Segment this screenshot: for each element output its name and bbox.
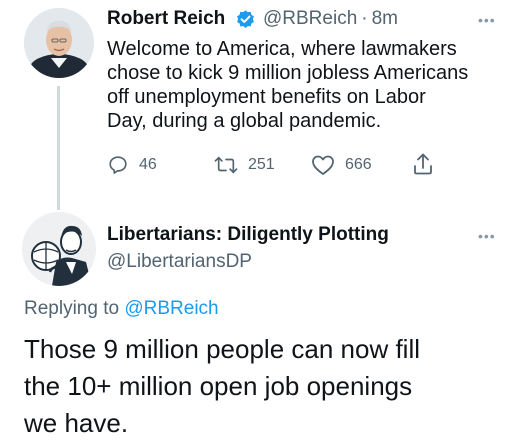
retweet-button[interactable]: 251: [214, 154, 275, 176]
tweet-text-line: the 10+ million open job openings: [24, 371, 413, 401]
tweet-text-line: Welcome to America, where lawmakers: [107, 38, 457, 60]
more-options-icon[interactable]: •••: [478, 12, 496, 28]
retweet-count: 251: [248, 156, 275, 173]
share-icon: [414, 153, 432, 175]
thread-connector-line: [57, 86, 60, 210]
profile-photo-robert-reich: [24, 8, 94, 78]
reply-count: 46: [139, 156, 157, 173]
share-button[interactable]: [412, 152, 434, 176]
replying-to-handle-link[interactable]: @RBReich: [124, 298, 218, 319]
meta-separator: ·: [361, 8, 368, 29]
reply-icon: [109, 156, 127, 174]
tweet-text: Those 9 million people can now fill the …: [24, 331, 514, 442]
timestamp[interactable]: 8m: [372, 8, 398, 30]
tweet-text-line: chose to kick 9 million jobless American…: [107, 62, 469, 84]
author-handle[interactable]: @RBReich: [263, 8, 357, 30]
tweet-meta: @RBReich · 8m: [263, 8, 398, 30]
tweet-text-line: Day, during a global pandemic.: [107, 110, 382, 132]
avatar[interactable]: [22, 212, 96, 286]
author-handle[interactable]: @LibertariansDP: [107, 251, 252, 273]
author-name[interactable]: Robert Reich: [107, 8, 225, 30]
tweet-text-line: Those 9 million people can now fill: [24, 334, 420, 364]
verified-badge-icon: [235, 9, 256, 30]
avatar[interactable]: [24, 8, 94, 78]
retweet-icon: [214, 156, 238, 174]
tweet-text: Welcome to America, where lawmakers chos…: [107, 37, 507, 133]
tweet-text-line: we have.: [24, 408, 129, 438]
tweet-text-line: off unemployment benefits on Labor: [107, 86, 426, 108]
replying-to: Replying to @RBReich: [24, 298, 219, 320]
reply-button[interactable]: 46: [107, 154, 157, 176]
profile-illustration-libertarians: [22, 212, 96, 286]
replying-to-label: Replying to: [24, 298, 120, 319]
more-options-icon[interactable]: •••: [478, 228, 496, 244]
like-button[interactable]: 666: [311, 154, 372, 176]
like-count: 666: [345, 156, 372, 173]
author-name[interactable]: Libertarians: Diligently Plotting: [107, 224, 389, 246]
like-icon: [312, 155, 334, 175]
